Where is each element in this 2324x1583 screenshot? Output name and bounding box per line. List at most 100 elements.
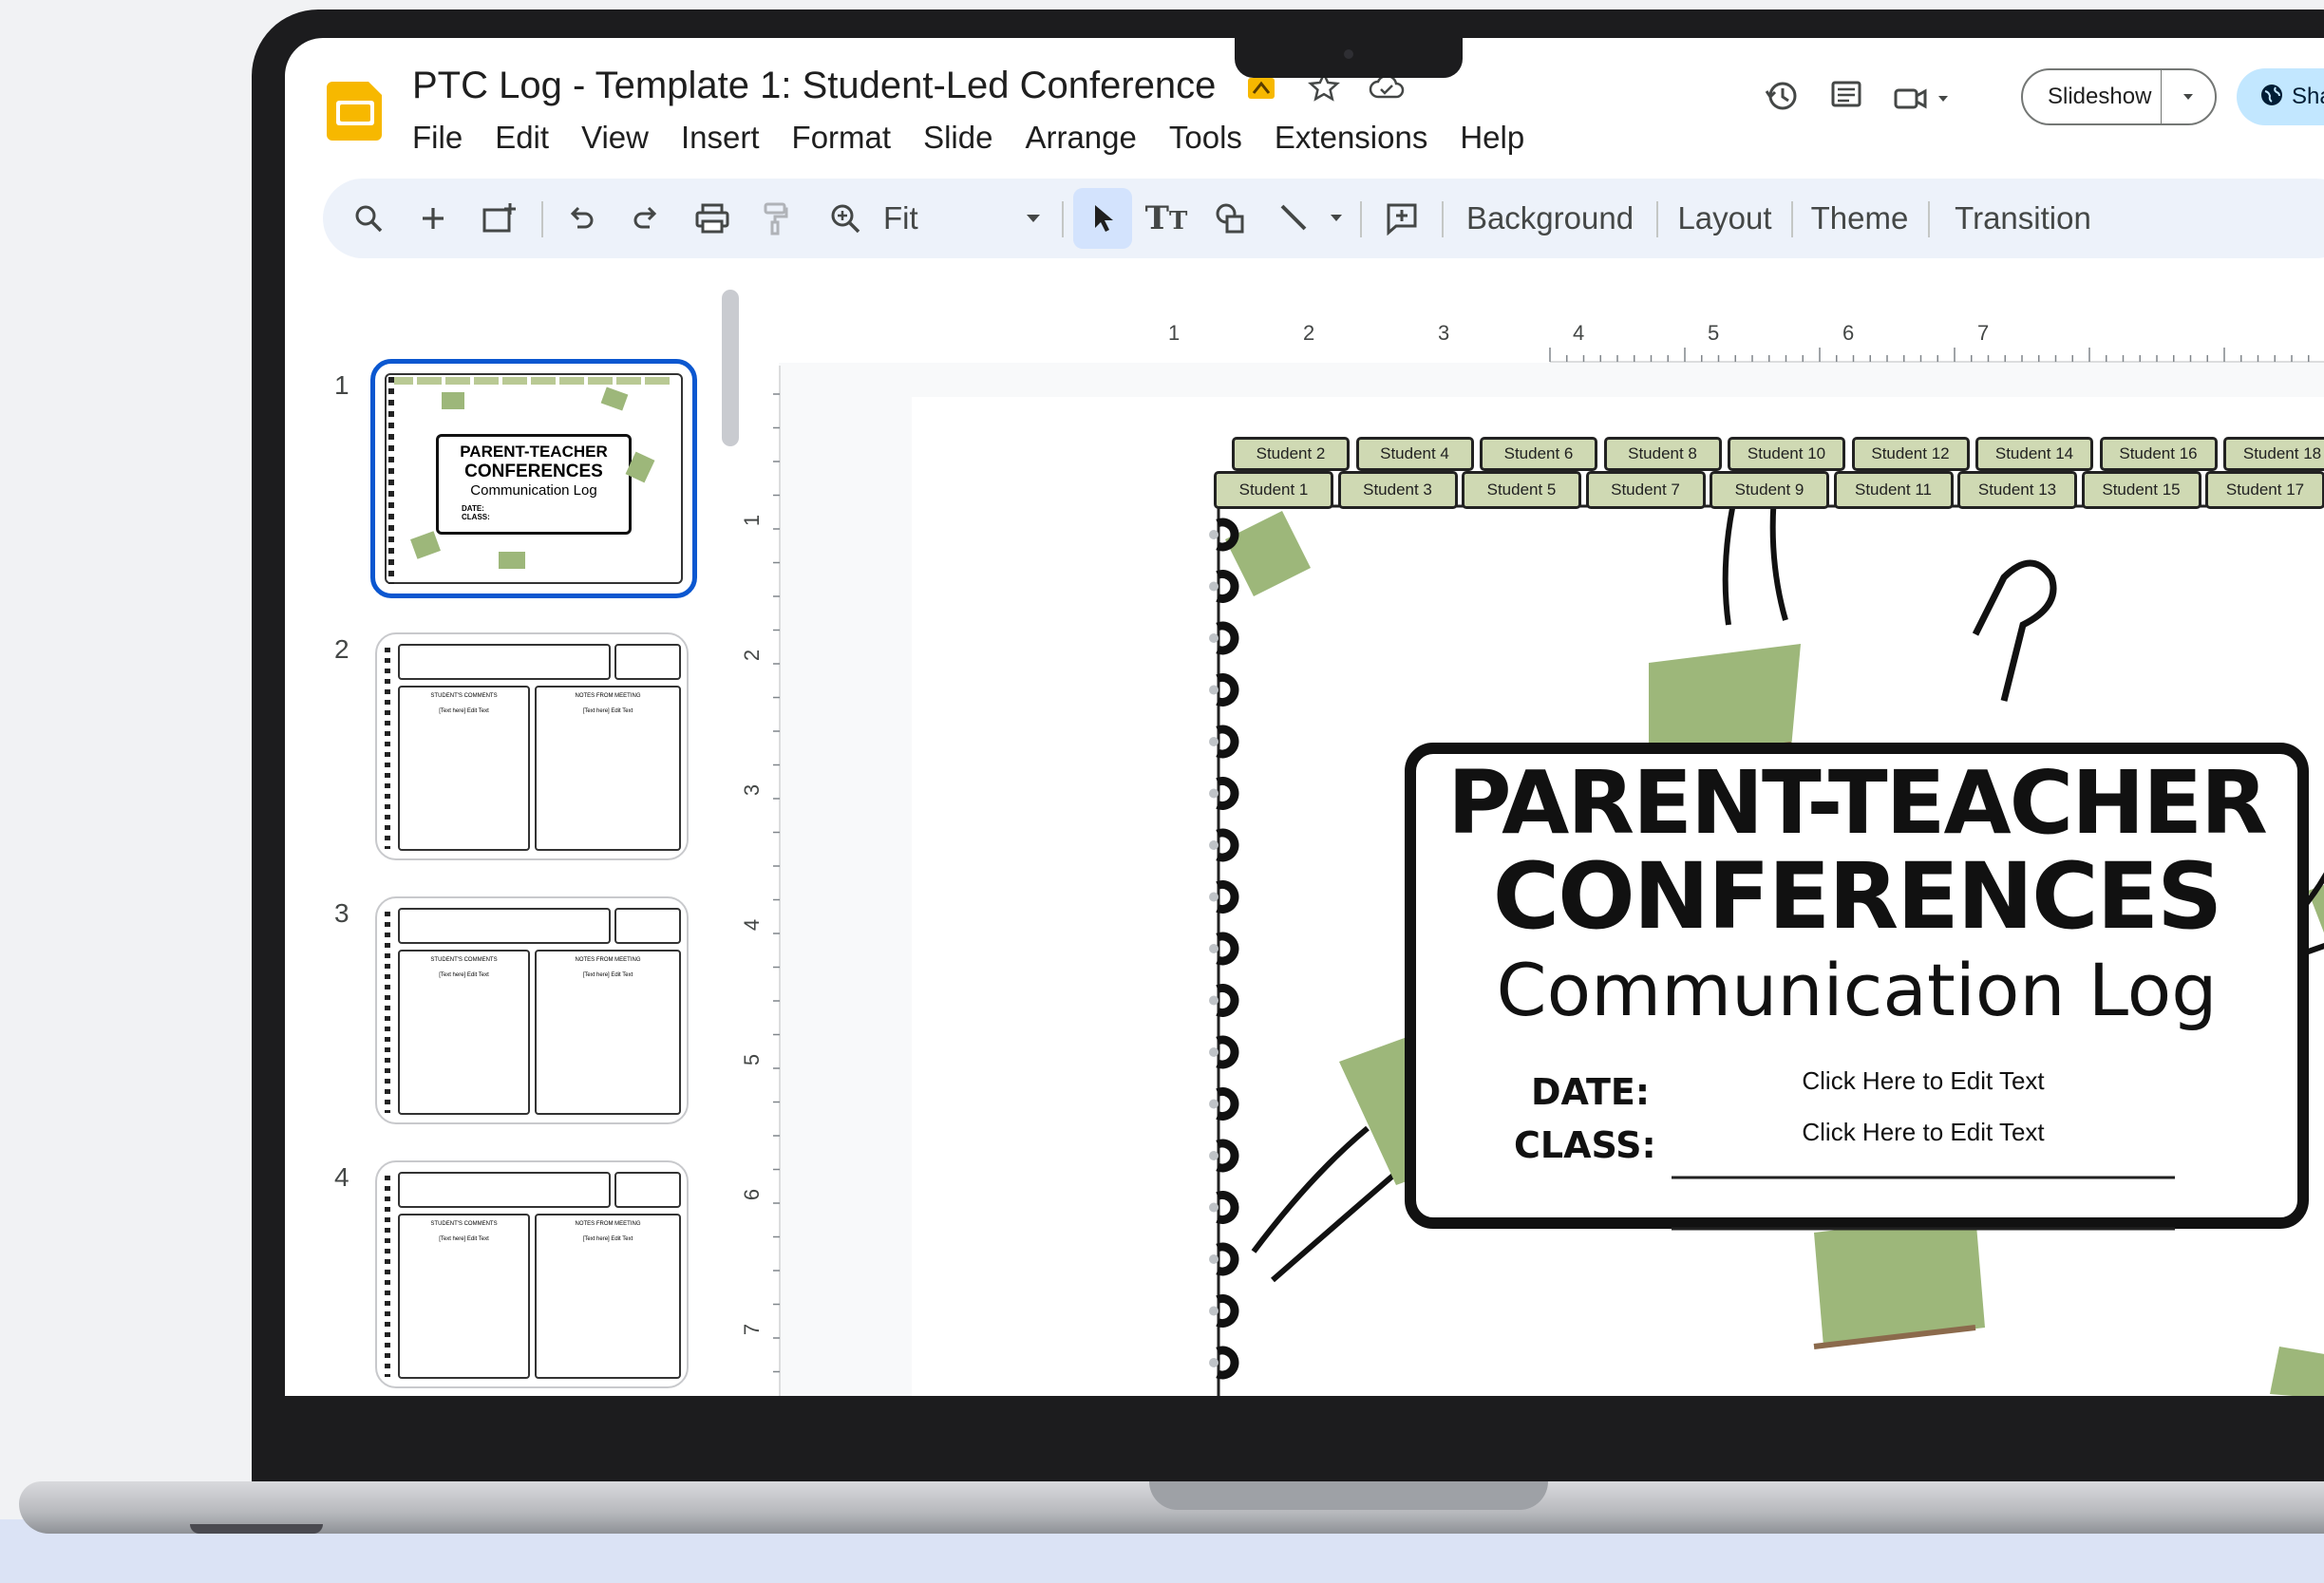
student-tab[interactable]: Student 4 — [1355, 437, 1474, 471]
comment-add-icon[interactable] — [1371, 179, 1432, 258]
toolbar-divider — [1656, 201, 1658, 237]
student-tab[interactable]: Student 14 — [1975, 437, 2093, 471]
paint-format-icon[interactable] — [746, 179, 803, 258]
menu-arrange[interactable]: Arrange — [1009, 114, 1152, 161]
search-icon[interactable] — [340, 179, 397, 258]
student-tab[interactable]: Student 1 — [1214, 471, 1333, 509]
student-tab[interactable]: Student 5 — [1462, 471, 1581, 509]
shape-icon[interactable] — [1200, 179, 1261, 258]
student-tab-label: Student 14 — [1994, 444, 2074, 462]
meet-camera-icon[interactable] — [1891, 79, 1950, 119]
student-tab[interactable]: Student 3 — [1337, 471, 1458, 509]
student-tab[interactable]: Student 7 — [1585, 471, 1706, 509]
menu-insert[interactable]: Insert — [665, 114, 776, 161]
ruler-label: 3 — [1438, 321, 1450, 345]
menu-view[interactable]: View — [565, 114, 665, 161]
header-actions — [1762, 76, 1950, 121]
class-input[interactable]: Click Here to Edit Text — [1672, 1118, 2175, 1147]
comments-icon[interactable] — [1826, 76, 1866, 121]
zoom-icon[interactable] — [815, 179, 876, 258]
ruler-label: 2 — [1303, 321, 1315, 345]
slide-number: 1 — [334, 370, 350, 400]
zoom-select[interactable]: Fit — [883, 179, 1016, 258]
share-button[interactable]: Sha — [2237, 68, 2324, 125]
chevron-down-icon[interactable] — [1937, 92, 1950, 105]
student-tab-label: Student 16 — [2119, 444, 2198, 462]
date-input[interactable]: Click Here to Edit Text — [1672, 1066, 2175, 1096]
slide-thumbnail-4[interactable]: STUDENT'S COMMENTS [Text here] Edit Text… — [375, 1160, 689, 1388]
toolbar-divider — [541, 201, 543, 237]
print-icon[interactable] — [682, 179, 743, 258]
date-label: DATE: — [1531, 1071, 1651, 1113]
slide-number: 3 — [334, 898, 350, 928]
background-button[interactable]: Background — [1455, 179, 1645, 258]
ruler-label: 3 — [740, 783, 765, 797]
ruler-label: 6 — [740, 1188, 765, 1201]
student-tab[interactable]: Student 2 — [1232, 437, 1350, 471]
slide-canvas[interactable]: PARENT-TEACHER CONFERENCES Communication… — [912, 397, 2324, 1396]
student-tab-label: Student 17 — [2225, 481, 2305, 499]
student-tab-label: Student 8 — [1628, 444, 1697, 462]
menu-format[interactable]: Format — [776, 114, 908, 161]
camera-icon — [1344, 49, 1353, 59]
line-chevron-down-icon[interactable] — [1320, 179, 1352, 258]
menu-slide[interactable]: Slide — [907, 114, 1009, 161]
menu-bar: File Edit View Insert Format Slide Arran… — [412, 114, 1540, 161]
student-tab[interactable]: Student 16 — [2099, 437, 2218, 471]
slideshow-button[interactable]: Slideshow — [2021, 68, 2217, 125]
undo-icon[interactable] — [553, 179, 610, 258]
toolbar-divider — [1360, 201, 1362, 237]
globe-icon — [2259, 83, 2284, 112]
class-label: CLASS: — [1514, 1124, 1656, 1166]
slide-thumbnail-3[interactable]: STUDENT'S COMMENTS [Text here] Edit Text… — [375, 896, 689, 1124]
version-history-icon[interactable] — [1762, 76, 1802, 121]
menu-help[interactable]: Help — [1444, 114, 1540, 161]
student-tab-label: Student 12 — [1871, 444, 1950, 462]
transition-button[interactable]: Transition — [1939, 179, 2107, 258]
slideshow-options-chevron-icon[interactable] — [2162, 89, 2215, 104]
text-box-icon[interactable]: TT — [1136, 179, 1197, 258]
student-tab[interactable]: Student 6 — [1480, 437, 1597, 471]
slide-number: 4 — [334, 1162, 350, 1192]
filmstrip-scrollbar[interactable] — [722, 290, 739, 446]
student-tab-label: Student 11 — [1855, 481, 1932, 499]
student-tab[interactable]: Student 13 — [1957, 471, 2077, 509]
zoom-chevron-down-icon[interactable] — [1014, 179, 1052, 258]
toolbar-divider — [1062, 201, 1064, 237]
slide-title-line2[interactable]: CONFERENCES — [1410, 849, 2303, 944]
slide-title-line1[interactable]: PARENT-TEACHER — [1410, 758, 2303, 849]
top-tabs: Student 2 Student 4 Student 6 Student 8 Stud… — [912, 397, 2324, 509]
line-icon[interactable] — [1265, 179, 1324, 258]
laptop-hinge-notch — [1149, 1481, 1548, 1510]
new-slide-icon[interactable] — [405, 179, 462, 258]
student-tab[interactable]: Student 15 — [2081, 471, 2201, 509]
student-tab[interactable]: Student 17 — [2205, 471, 2324, 509]
slide-thumbnail-2[interactable]: STUDENT'S COMMENTS [Text here] Edit Text… — [375, 632, 689, 860]
slides-app-icon[interactable] — [321, 74, 389, 142]
student-tab-label: Student 18 — [2242, 444, 2322, 462]
student-tab-label: Student 6 — [1503, 444, 1574, 462]
menu-file[interactable]: File — [412, 114, 479, 161]
menu-edit[interactable]: Edit — [479, 114, 565, 161]
slide-subtitle[interactable]: Communication Log — [1410, 950, 2303, 1031]
menu-tools[interactable]: Tools — [1153, 114, 1258, 161]
menu-extensions[interactable]: Extensions — [1258, 114, 1444, 161]
toolbar: Fit TT Background Layout Theme Transitio… — [323, 179, 2324, 258]
select-icon[interactable] — [1073, 188, 1132, 249]
new-slide-layout-icon[interactable] — [469, 179, 530, 258]
layout-button[interactable]: Layout — [1668, 179, 1782, 258]
toolbar-divider — [1791, 201, 1793, 237]
student-tab[interactable]: Student 18 — [2223, 437, 2324, 471]
student-tab[interactable]: Student 10 — [1728, 437, 1845, 471]
ruler-label: 6 — [1842, 321, 1855, 345]
redo-icon[interactable] — [617, 179, 674, 258]
theme-button[interactable]: Theme — [1803, 179, 1917, 258]
student-tab[interactable]: Student 12 — [1851, 437, 1970, 471]
student-tab[interactable]: Student 8 — [1603, 437, 1722, 471]
document-title[interactable]: PTC Log - Template 1: Student-Led Confer… — [412, 65, 1216, 107]
student-tab-label: Student 3 — [1363, 481, 1432, 499]
student-tab[interactable]: Student 11 — [1833, 471, 1954, 509]
student-tab[interactable]: Student 9 — [1710, 471, 1829, 509]
slide-thumbnail-1[interactable]: PARENT-TEACHER CONFERENCES Communication… — [370, 359, 697, 598]
ruler-horizontal: 1 2 3 4 5 6 7 — [779, 321, 2324, 363]
